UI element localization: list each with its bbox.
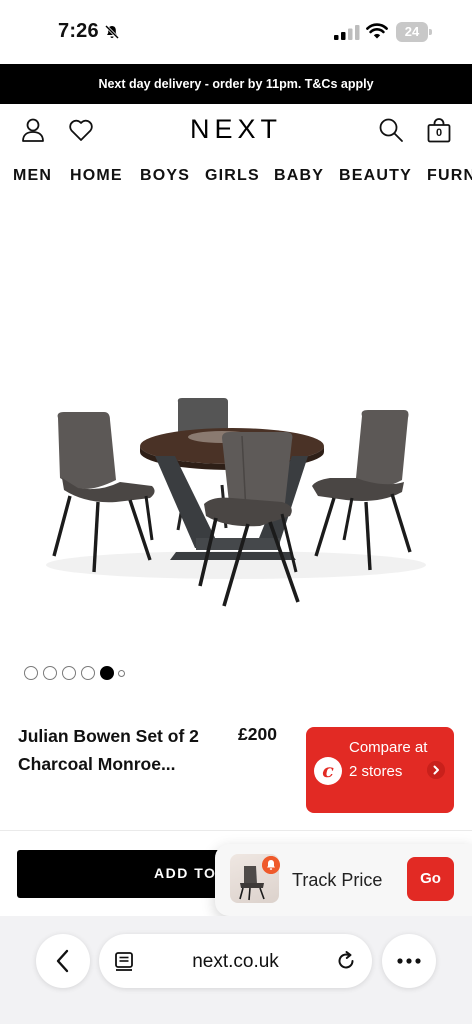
- track-price-popup: Track Price Go: [215, 844, 472, 916]
- search-icon[interactable]: [377, 116, 405, 144]
- carousel-dot[interactable]: [43, 666, 57, 680]
- status-time: 7:26: [58, 20, 99, 42]
- shopping-bag[interactable]: 0: [425, 116, 453, 144]
- nav-item-baby[interactable]: BABY: [274, 167, 324, 185]
- chevron-left-icon: [56, 949, 69, 973]
- carousel-dot-active[interactable]: [100, 666, 114, 680]
- more-button[interactable]: [382, 934, 436, 988]
- product-title: Julian Bowen Set of 2 Charcoal Monroe...: [18, 726, 199, 774]
- status-bar: 7:26 24: [0, 0, 472, 64]
- bag-count: 0: [435, 127, 443, 139]
- nav-item-furniture[interactable]: FURN: [427, 167, 472, 185]
- track-price-go-button[interactable]: Go: [407, 857, 454, 901]
- compare-logo-icon: c: [314, 757, 342, 785]
- track-price-label: Track Price: [292, 870, 383, 890]
- battery-level: 24: [396, 22, 428, 42]
- nav-item-boys[interactable]: BOYS: [140, 167, 190, 185]
- product-price: £200: [238, 724, 277, 744]
- battery-indicator: 24: [396, 22, 432, 42]
- url-text: next.co.uk: [192, 951, 279, 972]
- product-image[interactable]: [0, 200, 472, 645]
- nav-item-beauty[interactable]: BEAUTY: [339, 167, 412, 185]
- nav-item-home[interactable]: HOME: [70, 167, 123, 185]
- chevron-right-icon: [427, 761, 445, 779]
- promo-banner[interactable]: Next day delivery - order by 11pm. T&Cs …: [0, 64, 472, 104]
- wifi-icon: [366, 23, 388, 39]
- bell-icon: [262, 856, 280, 874]
- carousel-dot[interactable]: [62, 666, 76, 680]
- nav-item-girls[interactable]: GIRLS: [205, 167, 260, 185]
- category-nav: MEN HOME BOYS GIRLS BABY BEAUTY FURN: [0, 156, 472, 200]
- carousel-dot[interactable]: [81, 666, 95, 680]
- nav-item-men[interactable]: MEN: [13, 167, 52, 185]
- site-header: NEXT 0: [0, 104, 472, 156]
- signal-icon: [334, 25, 360, 40]
- browser-toolbar: next.co.uk: [0, 916, 472, 1024]
- reload-icon[interactable]: [334, 949, 358, 973]
- address-bar[interactable]: next.co.uk: [99, 934, 372, 988]
- more-dots-icon: [397, 958, 421, 964]
- back-button[interactable]: [36, 934, 90, 988]
- carousel-dot[interactable]: [118, 669, 125, 677]
- dining-set-illustration: [46, 398, 426, 607]
- battery-tip: [429, 29, 432, 35]
- carousel-dot[interactable]: [24, 666, 38, 680]
- compare-label: Compare at 2 stores: [349, 739, 428, 780]
- bell-muted-icon: [104, 24, 120, 40]
- compare-stores-button[interactable]: c Compare at 2 stores: [306, 727, 454, 813]
